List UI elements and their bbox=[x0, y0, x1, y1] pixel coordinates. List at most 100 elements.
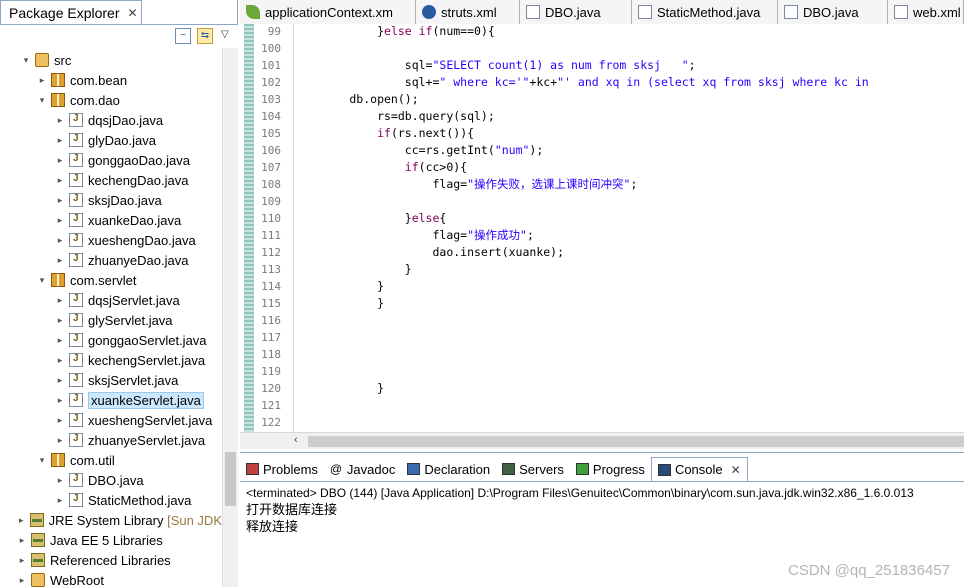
tree-item[interactable]: ▸ xueshengDao.java bbox=[0, 230, 222, 250]
collapsed-arrow-icon[interactable]: ▸ bbox=[54, 215, 66, 226]
tree-item[interactable]: ▸ zhuanyeServlet.java bbox=[0, 430, 222, 450]
code-line[interactable]: rs=db.query(sql); bbox=[294, 108, 495, 125]
collapsed-arrow-icon[interactable]: ▸ bbox=[54, 495, 66, 506]
code-line[interactable]: } bbox=[294, 261, 412, 278]
collapsed-arrow-icon[interactable]: ▸ bbox=[54, 115, 66, 126]
tree-item[interactable]: ▾ com.dao bbox=[0, 90, 222, 110]
code-line[interactable]: flag="操作失败，选课上课时间冲突"; bbox=[294, 176, 637, 193]
line-number: 101 bbox=[261, 59, 281, 72]
code-line[interactable]: } bbox=[294, 278, 384, 295]
view-tab-console[interactable]: Console ✕ bbox=[650, 457, 748, 481]
collapse-all-icon[interactable]: − bbox=[175, 28, 191, 44]
code-line[interactable]: cc=rs.getInt("num"); bbox=[294, 142, 544, 159]
tree-item[interactable]: ▸ WebRoot bbox=[0, 570, 222, 587]
collapsed-arrow-icon[interactable]: ▸ bbox=[16, 575, 28, 586]
collapsed-arrow-icon[interactable]: ▸ bbox=[54, 195, 66, 206]
tree-item[interactable]: ▸ glyDao.java bbox=[0, 130, 222, 150]
line-number: 112 bbox=[261, 246, 281, 259]
collapsed-arrow-icon[interactable]: ▸ bbox=[16, 555, 28, 566]
collapsed-arrow-icon[interactable]: ▸ bbox=[54, 435, 66, 446]
collapsed-arrow-icon[interactable]: ▸ bbox=[54, 315, 66, 326]
code-line[interactable]: flag="操作成功"; bbox=[294, 227, 533, 244]
collapsed-arrow-icon[interactable]: ▸ bbox=[54, 255, 66, 266]
tree-item[interactable]: ▸ gonggaoServlet.java bbox=[0, 330, 222, 350]
code-line[interactable]: } bbox=[294, 380, 384, 397]
tree-item[interactable]: ▸ xueshengServlet.java bbox=[0, 410, 222, 430]
editor-tab[interactable]: DBO.java bbox=[520, 0, 632, 24]
editor-tab[interactable]: struts.xml bbox=[416, 0, 520, 24]
tree-item[interactable]: ▸ zhuanyeDao.java bbox=[0, 250, 222, 270]
tree-item[interactable]: ▸ dqsjServlet.java bbox=[0, 290, 222, 310]
scrollbar-thumb[interactable] bbox=[308, 436, 964, 447]
collapsed-arrow-icon[interactable]: ▸ bbox=[16, 535, 28, 546]
tree-item[interactable]: ▾ src bbox=[0, 50, 222, 70]
tree-item[interactable]: ▸ sksjDao.java bbox=[0, 190, 222, 210]
close-icon[interactable]: ✕ bbox=[731, 463, 741, 477]
code-line[interactable]: if(cc>0){ bbox=[294, 159, 467, 176]
tree-item[interactable]: ▾ com.servlet bbox=[0, 270, 222, 290]
collapsed-arrow-icon[interactable]: ▸ bbox=[54, 375, 66, 386]
tree-vertical-scrollbar[interactable] bbox=[222, 48, 238, 587]
code-line[interactable]: }else if(num==0){ bbox=[294, 24, 495, 40]
collapsed-arrow-icon[interactable]: ▸ bbox=[54, 475, 66, 486]
view-menu-icon[interactable]: ▽ bbox=[221, 29, 229, 40]
view-tab-problems[interactable]: Problems bbox=[240, 457, 324, 481]
code-line[interactable]: db.open(); bbox=[294, 91, 418, 108]
code-line[interactable]: sql="SELECT count(1) as num from sksj "; bbox=[294, 57, 696, 74]
tree-item[interactable]: ▸ xuankeServlet.java bbox=[0, 390, 222, 410]
code-line[interactable]: } bbox=[294, 295, 384, 312]
editor-horizontal-scrollbar[interactable]: ‹ bbox=[240, 432, 964, 449]
view-tab-javadoc[interactable]: @ Javadoc bbox=[324, 457, 401, 481]
editor-tab[interactable]: StaticMethod.java bbox=[632, 0, 778, 24]
collapsed-arrow-icon[interactable]: ▸ bbox=[54, 395, 66, 406]
scrollbar-thumb[interactable] bbox=[225, 452, 236, 506]
close-icon[interactable]: ✕ bbox=[128, 6, 138, 20]
collapsed-arrow-icon[interactable]: ▸ bbox=[54, 155, 66, 166]
tree-item[interactable]: ▸ Referenced Libraries bbox=[0, 550, 222, 570]
collapsed-arrow-icon[interactable]: ▸ bbox=[54, 335, 66, 346]
tree-item[interactable]: ▾ com.util bbox=[0, 450, 222, 470]
view-tab-progress[interactable]: Progress bbox=[570, 457, 651, 481]
tree-item[interactable]: ▸ sksjServlet.java bbox=[0, 370, 222, 390]
package-explorer-tab[interactable]: Package Explorer ✕ bbox=[0, 0, 142, 24]
expanded-arrow-icon[interactable]: ▾ bbox=[36, 455, 48, 466]
collapsed-arrow-icon[interactable]: ▸ bbox=[54, 235, 66, 246]
tree-item[interactable]: ▸ kechengServlet.java bbox=[0, 350, 222, 370]
collapsed-arrow-icon[interactable]: ▸ bbox=[54, 135, 66, 146]
code-line[interactable]: if(rs.next()){ bbox=[294, 125, 474, 142]
code-line[interactable]: }else{ bbox=[294, 210, 447, 227]
tree-item[interactable]: ▸ xuankeDao.java bbox=[0, 210, 222, 230]
link-with-editor-icon[interactable]: ⇆ bbox=[197, 28, 213, 44]
scroll-left-icon[interactable]: ‹ bbox=[294, 434, 298, 446]
tree-item[interactable]: ▸ DBO.java bbox=[0, 470, 222, 490]
code-line[interactable]: dao.insert(xuanke); bbox=[294, 244, 564, 261]
tree-item[interactable]: ▸ com.bean bbox=[0, 70, 222, 90]
tree-item[interactable]: ▸ StaticMethod.java bbox=[0, 490, 222, 510]
editor-tab[interactable]: applicationContext.xm bbox=[240, 0, 416, 24]
tree-item[interactable]: ▸ kechengDao.java bbox=[0, 170, 222, 190]
tree-item[interactable]: ▸ dqsjDao.java bbox=[0, 110, 222, 130]
editor-tab[interactable]: DBO.java bbox=[778, 0, 888, 24]
expanded-arrow-icon[interactable]: ▾ bbox=[36, 95, 48, 106]
tree-item[interactable]: ▸ glyServlet.java bbox=[0, 310, 222, 330]
editor-tab[interactable]: web.xml bbox=[888, 0, 964, 24]
collapsed-arrow-icon[interactable]: ▸ bbox=[54, 355, 66, 366]
collapsed-arrow-icon[interactable]: ▸ bbox=[36, 75, 48, 86]
collapsed-arrow-icon[interactable]: ▸ bbox=[54, 415, 66, 426]
view-tab-servers[interactable]: Servers bbox=[496, 457, 570, 481]
xml-file-icon bbox=[894, 5, 908, 19]
view-tab-declaration[interactable]: Declaration bbox=[401, 457, 496, 481]
console-icon bbox=[657, 463, 671, 476]
collapsed-arrow-icon[interactable]: ▸ bbox=[54, 295, 66, 306]
collapsed-arrow-icon[interactable]: ▸ bbox=[16, 515, 27, 526]
code-token: flag= bbox=[294, 177, 468, 191]
collapsed-arrow-icon[interactable]: ▸ bbox=[54, 175, 66, 186]
tree-item[interactable]: ▸ Java EE 5 Libraries bbox=[0, 530, 222, 550]
tree-item[interactable]: ▸ gonggaoDao.java bbox=[0, 150, 222, 170]
expanded-arrow-icon[interactable]: ▾ bbox=[36, 275, 48, 286]
java-editor[interactable]: 99 100 101 102 103 104 105 106 107 108 109 110 111 11… bbox=[240, 24, 964, 432]
code-line[interactable]: sql+=" where kc='"+kc+"' and xq in (sele… bbox=[294, 74, 869, 91]
code-area[interactable]: }else if(num==0){ sql="SELECT count(1) a… bbox=[294, 24, 964, 432]
tree-item[interactable]: ▸ JRE System Library [Sun JDK bbox=[0, 510, 222, 530]
expanded-arrow-icon[interactable]: ▾ bbox=[20, 55, 32, 66]
